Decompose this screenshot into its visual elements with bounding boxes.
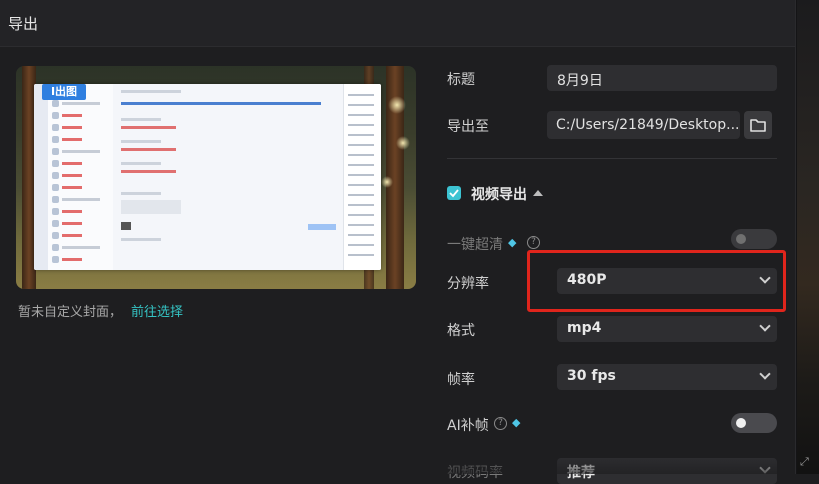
enhance-toggle[interactable] xyxy=(731,229,777,249)
choose-cover-link[interactable]: 前往选择 xyxy=(131,301,183,320)
format-label: 格式 xyxy=(447,323,475,339)
app-member-list xyxy=(343,84,381,270)
app-chat-list xyxy=(48,84,114,270)
app-logo: I出图 xyxy=(42,84,86,100)
screenshot-in-preview xyxy=(34,84,381,270)
fps-value: 30 fps xyxy=(567,368,616,384)
cover-note: 暂未自定义封面， xyxy=(18,305,123,320)
browse-folder-button[interactable] xyxy=(744,111,772,139)
light-spot xyxy=(381,176,393,188)
section-divider xyxy=(447,158,777,159)
toggle-knob xyxy=(736,234,746,244)
title-input[interactable]: 8月9日 xyxy=(547,65,777,91)
title-label: 标题 xyxy=(447,72,475,88)
export-to-label: 导出至 xyxy=(447,119,489,135)
chevron-down-icon xyxy=(759,320,771,332)
question-icon[interactable]: ? xyxy=(527,236,540,249)
ai-interp-toggle[interactable] xyxy=(731,413,777,433)
toggle-knob xyxy=(736,418,746,428)
scroll-fade xyxy=(420,455,795,474)
app-chat-area xyxy=(113,84,343,270)
highlight-box xyxy=(527,250,786,312)
cover-preview[interactable]: I出图 xyxy=(16,66,416,289)
resolution-label: 分辨率 xyxy=(447,276,489,292)
format-value: mp4 xyxy=(567,320,602,336)
light-spot xyxy=(388,96,406,114)
ai-interp-label: AI补帧 xyxy=(447,418,489,434)
caret-up-icon[interactable] xyxy=(533,190,543,196)
fps-select[interactable]: 30 fps xyxy=(557,364,777,390)
export-path-input[interactable]: C:/Users/21849/Desktop... xyxy=(547,111,740,139)
question-icon[interactable]: ? xyxy=(494,417,507,430)
diamond-icon: ◆ xyxy=(512,416,521,429)
video-export-checkbox[interactable] xyxy=(447,186,461,200)
dialog-title: 导出 xyxy=(8,15,39,33)
fps-label: 帧率 xyxy=(447,372,475,388)
diamond-icon: ◆ xyxy=(508,236,517,249)
background-editor-edge xyxy=(797,0,819,474)
enhance-label: 一键超清 xyxy=(447,237,503,253)
checkbox-icon xyxy=(449,189,459,198)
dialog-header: 导出 xyxy=(0,0,795,47)
app-sidebar xyxy=(34,84,48,270)
chevron-down-icon xyxy=(759,368,771,380)
folder-icon xyxy=(750,119,766,132)
expand-icon: ⤢ xyxy=(800,455,809,468)
format-select[interactable]: mp4 xyxy=(557,316,777,342)
video-export-title: 视频导出 xyxy=(471,187,527,203)
light-spot xyxy=(396,136,410,150)
